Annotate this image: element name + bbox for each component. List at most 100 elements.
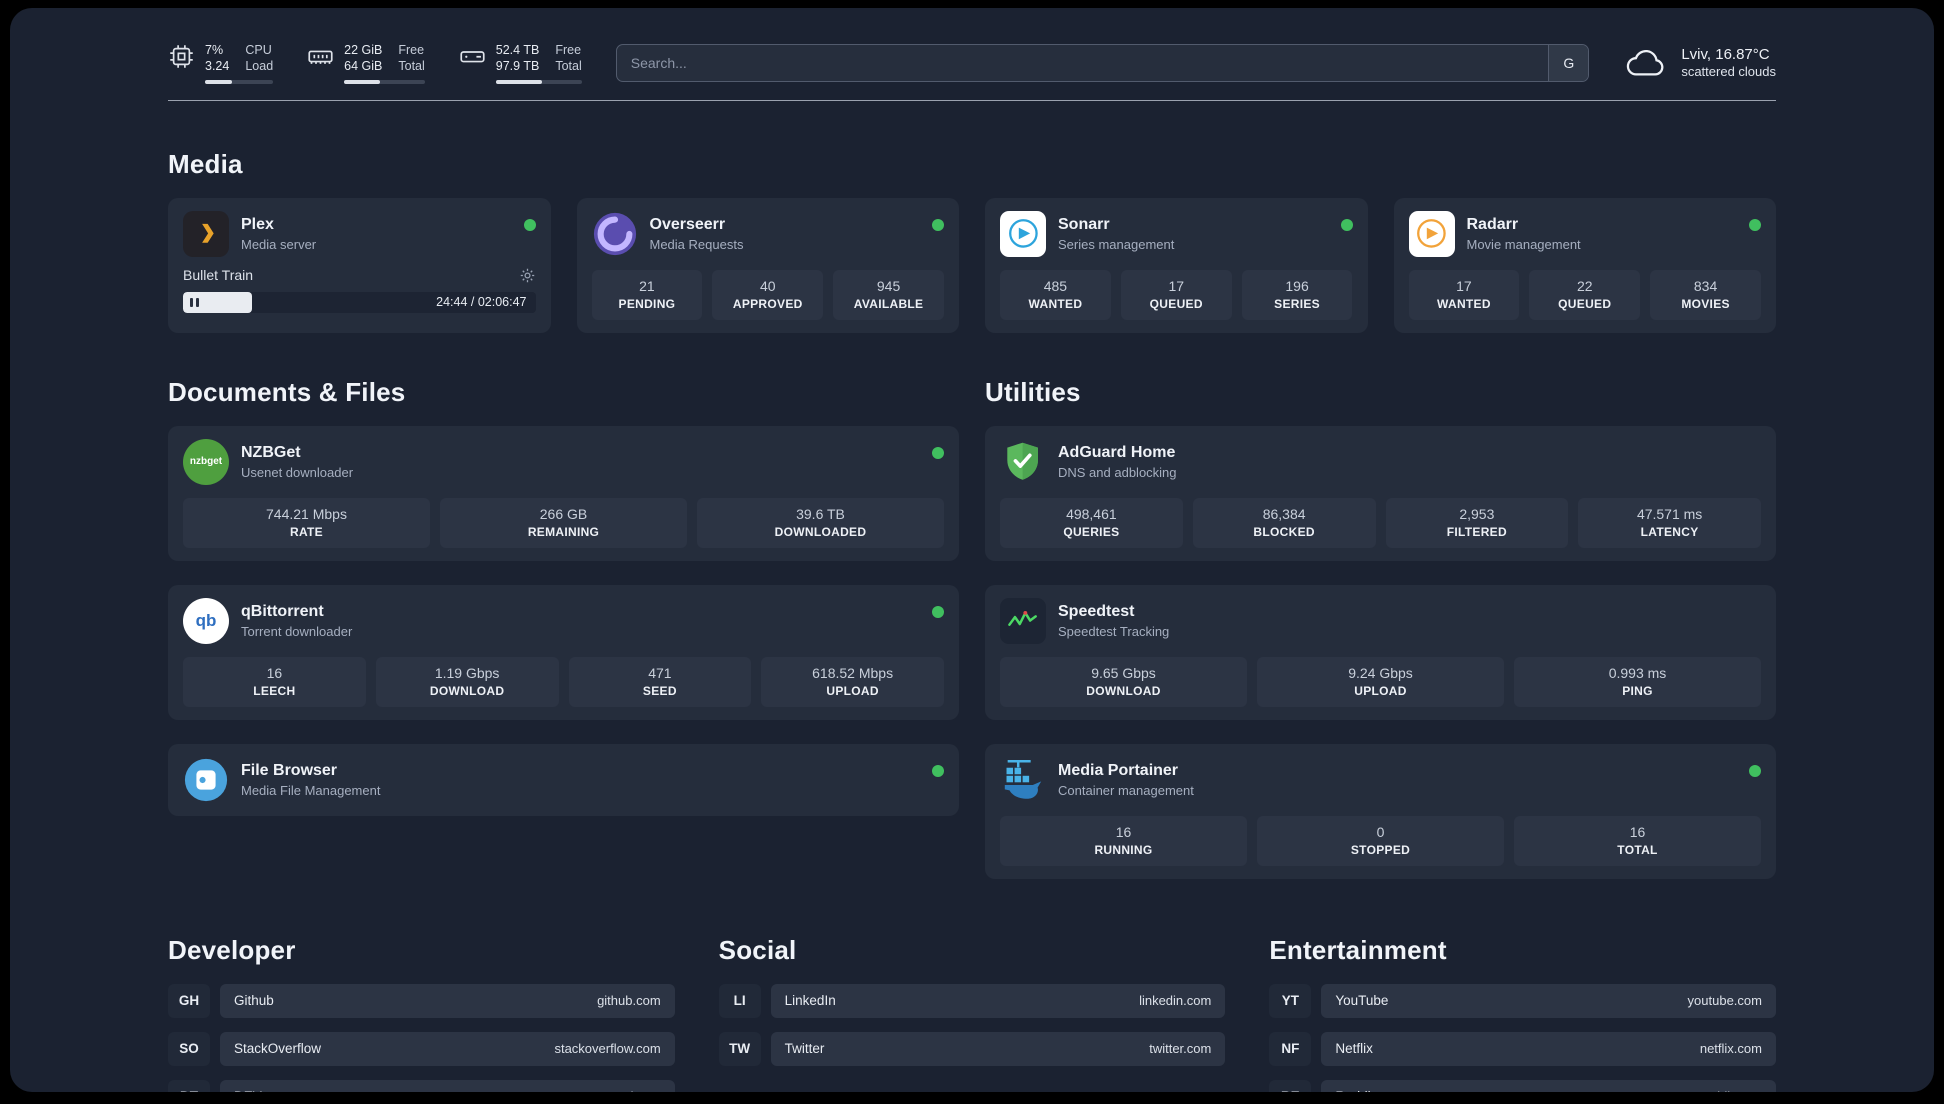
stat-value: 498,461	[1066, 505, 1117, 522]
app-card-overseerr[interactable]: Overseerr Media Requests 21 PENDING 40 A…	[576, 197, 959, 333]
stat-tile: 945 AVAILABLE	[833, 269, 944, 320]
stat-label: UPLOAD	[1354, 683, 1407, 698]
stat-tile: 471 SEED	[568, 656, 752, 707]
filebrowser-icon	[183, 757, 229, 803]
stat-value: 0.993 ms	[1608, 664, 1667, 681]
stats-row: 744.21 Mbps RATE 266 GB REMAINING 39.6 T…	[183, 497, 944, 548]
stats-row: 16 RUNNING 0 STOPPED 16 TOTAL	[1000, 815, 1761, 866]
stats-row: 498,461 QUERIES 86,384 BLOCKED 2,953 FIL…	[1000, 497, 1761, 548]
stat-label: APPROVED	[732, 296, 803, 311]
app-card-portainer[interactable]: Media Portainer Container management 16 …	[985, 743, 1776, 879]
cpu-metric: 7% 3.24 CPU Load	[168, 42, 274, 84]
stat-value: 22	[1576, 277, 1593, 294]
app-card-qbittorrent[interactable]: qb qBittorrent Torrent downloader 16 LEE…	[168, 584, 959, 720]
app-card-speedtest[interactable]: Speedtest Speedtest Tracking 9.65 Gbps D…	[985, 584, 1776, 720]
stat-tile: 40 APPROVED	[712, 269, 824, 320]
app-card-adguard[interactable]: AdGuard Home DNS and adblocking 498,461 …	[985, 425, 1776, 561]
overseerr-icon	[592, 211, 638, 257]
link-name: Netflix	[1335, 1041, 1373, 1056]
link-url: github.com	[597, 993, 661, 1008]
now-playing-title: Bullet Train	[183, 267, 254, 283]
stat-label: LEECH	[253, 683, 296, 698]
pause-icon[interactable]	[190, 297, 199, 307]
stat-label: DOWNLOADED	[774, 524, 867, 539]
speedtest-icon	[1000, 597, 1046, 644]
status-dot	[932, 218, 944, 231]
link-dev[interactable]: DT DEV dev.to	[168, 1079, 675, 1092]
link-twitter[interactable]: TW Twitter twitter.com	[718, 1031, 1226, 1066]
link-name: StackOverflow	[234, 1041, 322, 1056]
app-subtitle: Media Requests	[649, 236, 744, 252]
app-card-sonarr[interactable]: Sonarr Series management 485 WANTED 17 Q…	[985, 197, 1368, 333]
entertainment-section: Entertainment YT YouTube youtube.com NF …	[1269, 935, 1776, 1092]
disk-total-label: Total	[555, 59, 582, 74]
link-github[interactable]: GH Github github.com	[168, 983, 675, 1018]
link-name: DEV	[234, 1089, 262, 1092]
disk-progress-fill	[495, 79, 543, 84]
ram-metric: 22 GiB 64 GiB Free Total	[307, 42, 425, 84]
weather-widget[interactable]: Lviv, 16.87°C scattered clouds	[1623, 46, 1776, 80]
app-subtitle: Container management	[1058, 782, 1194, 798]
link-reddit[interactable]: RE Reddit reddit.com	[1269, 1079, 1776, 1092]
app-subtitle: Speedtest Tracking	[1058, 623, 1170, 639]
reddit-icon: RE	[1269, 1079, 1312, 1092]
link-url: linkedin.com	[1139, 993, 1212, 1008]
stat-tile: 86,384 BLOCKED	[1192, 497, 1376, 548]
app-name: Plex	[241, 216, 274, 234]
adguard-icon	[1000, 439, 1046, 485]
stat-value: 0	[1376, 823, 1385, 840]
app-meta: Plex Media server	[241, 215, 316, 251]
dashboard: 7% 3.24 CPU Load 22 GiB 64 GiB Free Tota…	[10, 8, 1934, 1092]
media-section: Plex Media server Bullet Train 24:44 / 0…	[168, 197, 1776, 333]
app-card-filebrowser[interactable]: File Browser Media File Management	[168, 743, 959, 816]
app-meta: Sonarr Series management	[1058, 215, 1174, 251]
stat-value: 47.571 ms	[1636, 505, 1703, 522]
stat-label: AVAILABLE	[853, 296, 924, 311]
search-bar[interactable]: G	[615, 43, 1590, 82]
stats-row: 21 PENDING 40 APPROVED 945 AVAILABLE	[591, 269, 945, 320]
stat-value: 2,953	[1459, 505, 1495, 522]
app-card-radarr[interactable]: Radarr Movie management 17 WANTED 22 QUE…	[1393, 197, 1776, 333]
link-stackoverflow[interactable]: SO StackOverflow stackoverflow.com	[168, 1031, 675, 1066]
app-card-nzbget[interactable]: nzbget NZBGet Usenet downloader 744.21 M…	[168, 425, 959, 561]
app-subtitle: Torrent downloader	[241, 623, 353, 639]
linkedin-icon: LI	[718, 983, 761, 1018]
stat-label: RUNNING	[1094, 842, 1153, 857]
disk-free-value: 52.4 TB	[495, 43, 540, 57]
playback-progress-bar[interactable]: 24:44 / 02:06:47	[183, 291, 536, 313]
stat-label: QUERIES	[1063, 524, 1120, 539]
stat-tile: 196 SERIES	[1241, 269, 1353, 320]
nzbget-icon: nzbget	[183, 438, 229, 485]
youtube-icon: YT	[1269, 983, 1312, 1018]
cpu-load-average: 3.24	[205, 59, 230, 74]
stats-row: 9.65 Gbps DOWNLOAD 9.24 Gbps UPLOAD 0.99…	[1000, 656, 1761, 707]
gear-icon[interactable]	[519, 267, 536, 284]
weather-location: Lviv, 16.87°C	[1681, 46, 1770, 64]
link-netflix[interactable]: NF Netflix netflix.com	[1269, 1031, 1776, 1066]
app-name: File Browser	[241, 762, 338, 780]
app-name: Sonarr	[1058, 216, 1110, 234]
stat-tile: 17 WANTED	[1408, 269, 1520, 320]
app-card-plex[interactable]: Plex Media server Bullet Train 24:44 / 0…	[168, 197, 551, 333]
stat-value: 17	[1456, 277, 1472, 294]
link-linkedin[interactable]: LI LinkedIn linkedin.com	[718, 983, 1226, 1018]
ram-progress-bar	[344, 79, 425, 84]
stat-value: 21	[639, 277, 655, 294]
ram-total-label: Total	[398, 59, 425, 74]
qbittorrent-icon: qb	[183, 597, 229, 644]
app-subtitle: Series management	[1058, 236, 1175, 252]
status-dot	[932, 764, 944, 777]
link-name: LinkedIn	[784, 993, 836, 1008]
search-input[interactable]	[616, 44, 1549, 81]
link-url: reddit.com	[1701, 1089, 1762, 1092]
stat-label: QUEUED	[1149, 296, 1203, 311]
app-meta: Radarr Movie management	[1467, 215, 1581, 251]
cpu-progress-fill	[205, 79, 233, 84]
disk-icon	[459, 43, 486, 70]
app-name: AdGuard Home	[1058, 444, 1176, 462]
stat-tile: 17 QUEUED	[1120, 269, 1232, 320]
link-youtube[interactable]: YT YouTube youtube.com	[1269, 983, 1776, 1018]
link-url: dev.to	[626, 1089, 660, 1092]
playback-progress-fill	[183, 291, 252, 313]
search-engine-button[interactable]: G	[1548, 44, 1589, 81]
